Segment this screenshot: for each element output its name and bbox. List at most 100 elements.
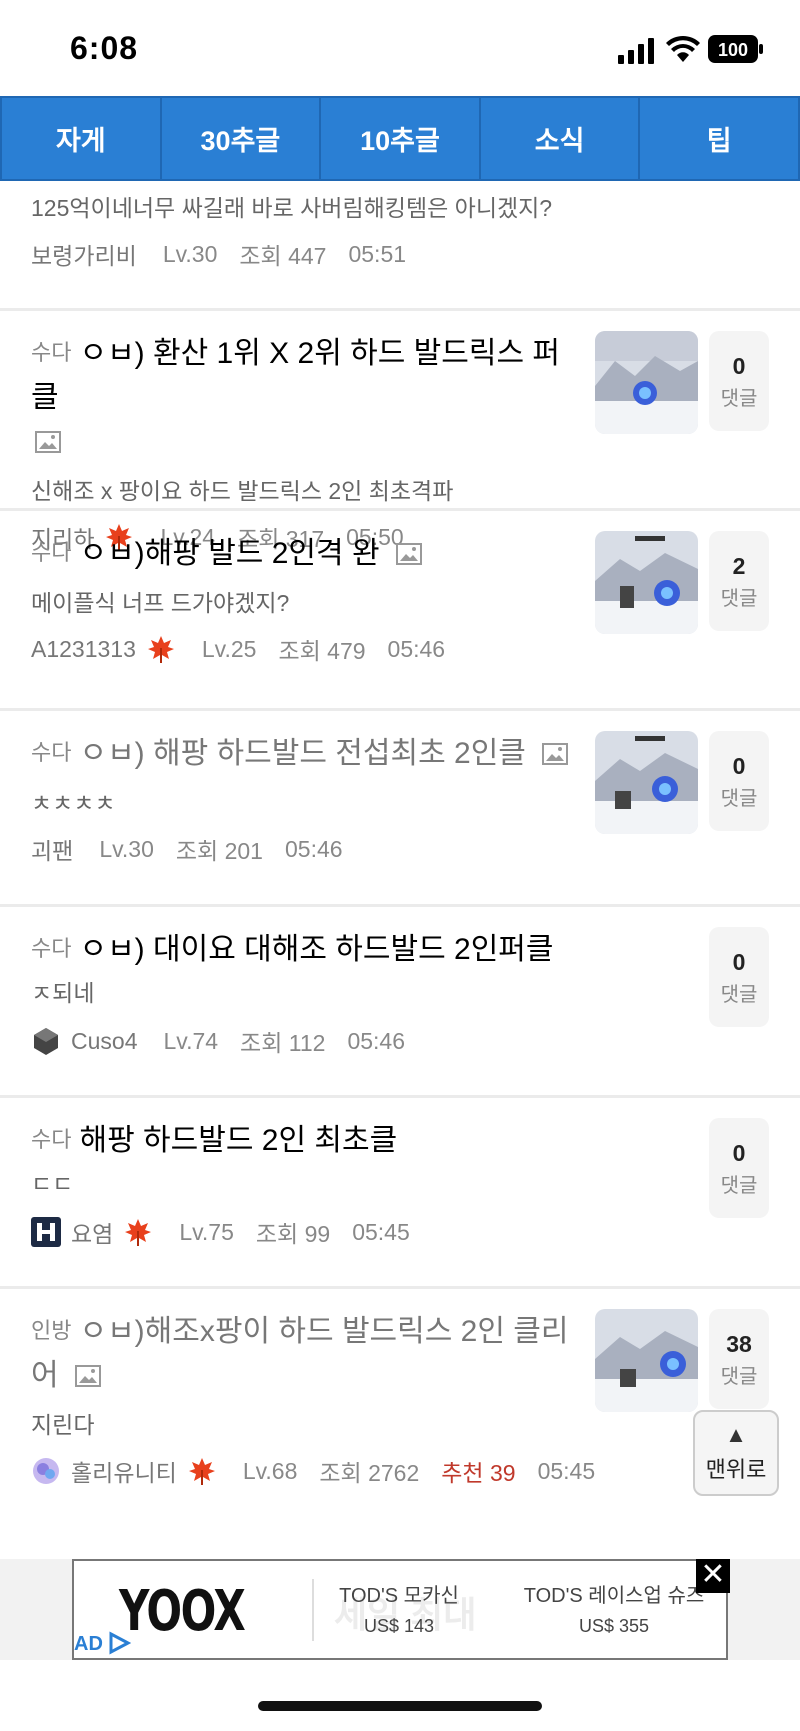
ad-product[interactable]: TOD'S 모카신 US$ 143 — [299, 1579, 499, 1637]
comment-count-box[interactable]: 38 댓글 — [709, 1309, 769, 1409]
author-name[interactable]: 홀리유니티 — [71, 1454, 177, 1488]
comment-count-box[interactable]: 0 댓글 — [709, 927, 769, 1027]
image-attachment-icon — [542, 743, 569, 765]
list-item[interactable]: 인방 ㅇㅂ)해조x팡이 하드 발드릭스 2인 클리어 지린다 홀리유니티 Lv.6… — [0, 1289, 800, 1529]
scroll-to-top-label: 맨위로 — [705, 1457, 767, 1482]
avatar — [31, 1217, 61, 1247]
comment-label: 댓글 — [720, 984, 758, 1006]
post-preview: 125억이네너무 싸길래 바로 사버림해킹템은 아니겠지? — [31, 195, 553, 221]
view-count: 조회 479 — [278, 638, 366, 664]
post-title-text: ㅇㅂ) 대이요 대해조 하드발드 2인퍼클 — [79, 933, 554, 966]
post-category: 수다 — [31, 936, 72, 961]
comment-count-box[interactable]: 2 댓글 — [709, 531, 769, 631]
ad-label[interactable]: AD — [74, 1631, 132, 1656]
post-title: 수다 해팡 하드발드 2인 최초클 — [31, 1118, 800, 1163]
comment-label: 댓글 — [720, 1175, 758, 1197]
post-thumbnail[interactable] — [595, 1309, 698, 1412]
comment-count-box[interactable]: 0 댓글 — [709, 731, 769, 831]
post-category: 수다 — [31, 740, 72, 765]
ad-product-name: TOD'S 모카신 — [339, 1585, 459, 1607]
post-meta: Cuso4 Lv.74 조회 112 05:46 — [31, 1024, 800, 1058]
tab-tips[interactable]: 팁 — [640, 98, 798, 179]
post-meta: 요염 Lv.75 조회 99 05:45 — [31, 1215, 800, 1249]
comment-label: 댓글 — [720, 588, 758, 610]
author-name[interactable]: 괴팬 — [31, 832, 73, 866]
post-thumbnail[interactable] — [595, 531, 698, 634]
comment-label: 댓글 — [720, 388, 758, 410]
ad-product[interactable]: TOD'S 레이스업 슈즈 US$ 355 — [514, 1579, 714, 1637]
up-arrow-icon: ▲ — [725, 1422, 747, 1447]
author-level: Lv.75 — [179, 1218, 234, 1245]
ad-banner[interactable]: 세일 최대 YOOX TOD'S 모카신 US$ 143 TOD'S 레이스업 … — [72, 1559, 730, 1660]
post-time: 05:46 — [284, 835, 343, 862]
post-meta: 괴팬 Lv.30 조회 201 05:46 — [31, 832, 800, 866]
list-item[interactable]: 수다 ㅇㅂ)해팡 발드 2인격 완 메이플식 너프 드가야겠지? A1231313… — [0, 511, 800, 711]
category-tabs: 자게 30추글 10추글 소식 팁 — [0, 96, 800, 181]
post-thumbnail[interactable] — [595, 331, 698, 434]
post-title-text: ㅇㅂ) 환산 1위 X 2위 하드 발드릭스 퍼클 — [31, 337, 560, 414]
wifi-icon — [666, 35, 700, 62]
post-title-text: 해팡 하드발드 2인 최초클 — [79, 1124, 398, 1157]
list-item[interactable]: 수다 ㅇㅂ) 대이요 대해조 하드발드 2인퍼클 ㅈ되네 Cuso4 Lv.74 … — [0, 907, 800, 1098]
comment-count: 0 — [732, 1140, 746, 1166]
avatar — [34, 1028, 58, 1055]
post-meta: 홀리유니티 Lv.68 조회 2762 추천 39 05:45 — [31, 1454, 800, 1488]
avatar — [33, 1458, 59, 1484]
tab-news[interactable]: 소식 — [481, 98, 641, 179]
view-count: 조회 112 — [240, 1030, 326, 1056]
post-time: 05:45 — [537, 1457, 596, 1484]
post-preview: ㅈ되네 — [31, 980, 95, 1006]
author-level: Lv.25 — [201, 635, 257, 662]
comment-count-box[interactable]: 0 댓글 — [709, 331, 769, 431]
tab-free-board[interactable]: 자게 — [2, 98, 162, 179]
maple-leaf-icon — [125, 1219, 152, 1246]
list-item[interactable]: 수다 해팡 하드발드 2인 최초클 ㄷㄷ 요염 Lv.75 조회 99 05:45… — [0, 1098, 800, 1289]
comment-label: 댓글 — [720, 788, 758, 810]
post-time: 05:45 — [352, 1218, 410, 1245]
battery-icon: 100 — [708, 35, 763, 63]
post-category: 수다 — [31, 1127, 72, 1152]
post-thumbnail[interactable] — [595, 731, 698, 834]
comment-label: 댓글 — [720, 1366, 758, 1388]
author-name[interactable]: 보령가리비 — [31, 237, 137, 271]
scroll-to-top-button[interactable]: ▲ 맨위로 — [693, 1410, 779, 1496]
author-name[interactable]: A1231313 — [31, 636, 136, 663]
author-name[interactable]: 요염 — [71, 1215, 113, 1249]
tab-10-recommend[interactable]: 10추글 — [321, 98, 481, 179]
status-time: 6:08 — [70, 30, 139, 66]
ad-close-button[interactable]: ✕ — [696, 1559, 730, 1593]
author-level: Lv.30 — [162, 240, 218, 267]
view-count: 조회 2762 — [319, 1460, 420, 1486]
home-indicator[interactable] — [258, 1701, 542, 1711]
author-name[interactable]: Cuso4 — [71, 1028, 137, 1055]
list-item[interactable]: 수다 ㅇㅂ) 환산 1위 X 2위 하드 발드릭스 퍼클 신해조 x 팡이요 하드… — [0, 311, 800, 552]
view-count: 조회 201 — [175, 838, 263, 864]
tab-30-recommend[interactable]: 30추글 — [162, 98, 322, 179]
post-title: 수다 ㅇㅂ) 대이요 대해조 하드발드 2인퍼클 — [31, 927, 800, 972]
comment-count: 38 — [726, 1331, 752, 1357]
image-attachment-icon — [74, 1365, 101, 1387]
ad-product-price: US$ 143 — [363, 1616, 435, 1636]
ad-banner-area: 세일 최대 YOOX TOD'S 모카신 US$ 143 TOD'S 레이스업 … — [0, 1559, 800, 1660]
maple-leaf-icon — [147, 636, 174, 663]
view-count: 조회 447 — [239, 243, 327, 269]
cellular-signal-icon — [618, 38, 654, 64]
ad-product-name: TOD'S 레이스업 슈즈 — [523, 1585, 705, 1607]
status-bar: 6:08 100 — [0, 0, 800, 96]
author-level: Lv.68 — [242, 1457, 298, 1484]
post-list: 125억이네너무 싸길래 바로 사버림해킹템은 아니겠지? 보령가리비 Lv.3… — [0, 181, 800, 1529]
list-item[interactable]: 수다 ㅇㅂ) 해팡 하드발드 전섭최초 2인클 ㅊㅊㅊㅊ 괴팬 Lv.30 조회 … — [0, 711, 800, 907]
ad-product-price: US$ 355 — [578, 1616, 650, 1636]
view-count: 조회 99 — [255, 1221, 331, 1247]
post-title-text: ㅇㅂ)해팡 발드 2인격 완 — [79, 537, 380, 570]
post-time: 05:51 — [348, 240, 407, 267]
post-preview: ㄷㄷ — [31, 1171, 74, 1197]
post-preview: 지린다 — [31, 1412, 95, 1438]
adchoices-icon — [109, 1631, 132, 1655]
author-level: Lv.30 — [99, 835, 154, 862]
list-item[interactable]: 125억이네너무 싸길래 바로 사버림해킹템은 아니겠지? 보령가리비 Lv.3… — [0, 191, 800, 311]
comment-count: 2 — [732, 553, 746, 579]
ad-label-text: AD — [74, 1633, 103, 1655]
comment-count-box[interactable]: 0 댓글 — [709, 1118, 769, 1218]
comment-count: 0 — [732, 753, 746, 779]
